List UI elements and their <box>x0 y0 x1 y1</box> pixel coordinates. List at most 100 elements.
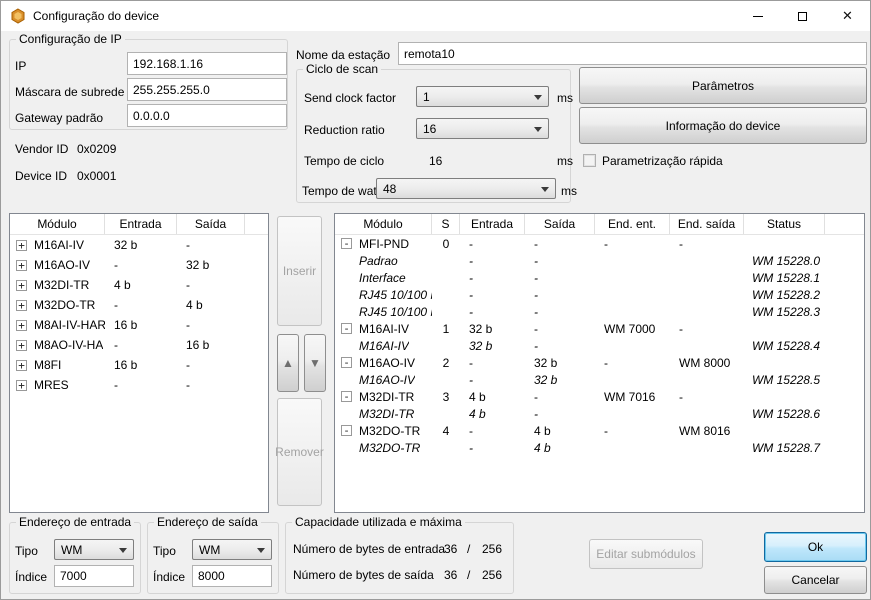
column-header[interactable]: Módulo <box>335 214 432 234</box>
indice-out-input[interactable] <box>192 565 272 587</box>
bytes-in-used: 36 <box>444 542 457 556</box>
ip-input[interactable] <box>127 52 287 75</box>
expand-icon[interactable]: + <box>16 240 27 251</box>
collapse-icon[interactable]: - <box>341 238 352 249</box>
expand-icon[interactable]: + <box>16 280 27 291</box>
entrada-cell: 4 b <box>105 278 177 292</box>
entrada-cell: 16 b <box>105 358 177 372</box>
table-row[interactable]: M32DI-TR 4 b - WM 15228.6 <box>335 405 864 422</box>
bytes-in-sep: / <box>467 542 470 556</box>
table-row[interactable]: RJ45 10/100 M - - WM 15228.2 <box>335 286 864 303</box>
close-button[interactable]: ✕ <box>825 1 870 31</box>
table-row[interactable]: - M32DI-TR 3 4 b - WM 7016 - <box>335 388 864 405</box>
indice-in-input[interactable] <box>54 565 134 587</box>
table-row[interactable]: + M8AO-IV-HA - 16 b <box>10 335 268 355</box>
table-row[interactable]: + M8AI-IV-HAR 16 b - <box>10 315 268 335</box>
saida-cell: - <box>525 407 595 421</box>
expand-icon[interactable]: + <box>16 320 27 331</box>
send-clock-combo[interactable]: 1 <box>416 86 549 107</box>
table-row[interactable]: - M16AI-IV 1 32 b - WM 7000 - <box>335 320 864 337</box>
table-row[interactable]: M16AI-IV 32 b - WM 15228.4 <box>335 337 864 354</box>
configured-modules-rows: - MFI-PND 0 - - - - Padrao <box>335 235 864 512</box>
entrada-cell: - <box>460 288 525 302</box>
dropdown-arrow-icon <box>534 127 542 132</box>
minimize-button[interactable] <box>735 1 780 31</box>
remover-button[interactable]: Remover <box>277 398 322 506</box>
maximize-button[interactable] <box>780 1 825 31</box>
table-row[interactable]: + M8FI 16 b - <box>10 355 268 375</box>
status-cell: WM 15228.2 <box>744 288 825 302</box>
edit-submodules-button[interactable]: Editar submódulos <box>589 539 703 569</box>
tipo-in-label: Tipo <box>15 544 38 558</box>
saida-cell: - <box>525 339 595 353</box>
table-row[interactable]: M16AO-IV - 32 b WM 15228.5 <box>335 371 864 388</box>
tipo-in-combo[interactable]: WM <box>54 539 134 560</box>
collapse-icon[interactable]: - <box>341 425 352 436</box>
saida-cell: - <box>525 305 595 319</box>
table-row[interactable]: - MFI-PND 0 - - - - <box>335 235 864 252</box>
move-down-button[interactable]: ▼ <box>304 334 326 392</box>
end-ent-cell: WM 7016 <box>595 390 670 404</box>
entrada-cell: - <box>460 441 525 455</box>
column-header[interactable]: Status <box>744 214 825 234</box>
collapse-icon[interactable]: - <box>341 391 352 402</box>
ip-label: IP <box>15 59 26 73</box>
table-row[interactable]: M32DO-TR - 4 b WM 15228.7 <box>335 439 864 456</box>
reduction-ratio-combo[interactable]: 16 <box>416 118 549 139</box>
table-row[interactable]: RJ45 10/100 M - - WM 15228.3 <box>335 303 864 320</box>
saida-cell: 4 b <box>525 424 595 438</box>
cancelar-button[interactable]: Cancelar <box>764 566 867 594</box>
column-header[interactable]: Módulo <box>10 214 105 234</box>
column-header[interactable]: End. saída <box>670 214 744 234</box>
bytes-out-max: 256 <box>482 568 502 582</box>
quick-param-checkbox[interactable] <box>583 154 596 167</box>
watchdog-combo[interactable]: 48 <box>376 178 556 199</box>
column-header[interactable]: End. ent. <box>595 214 670 234</box>
entrada-cell: 32 b <box>460 322 525 336</box>
table-row[interactable]: + M32DI-TR 4 b - <box>10 275 268 295</box>
device-config-dialog: Configuração do device ✕ Configuração de… <box>0 0 871 600</box>
bytes-in-label: Número de bytes de entrada <box>293 542 445 556</box>
status-cell: WM 15228.4 <box>744 339 825 353</box>
slot-cell: 0 <box>432 237 460 251</box>
parametros-button[interactable]: Parâmetros <box>579 67 867 104</box>
module-name: Interface <box>359 271 406 285</box>
device-info-button[interactable]: Informação do device <box>579 107 867 144</box>
table-row[interactable]: + M16AI-IV 32 b - <box>10 235 268 255</box>
status-cell: WM 15228.1 <box>744 271 825 285</box>
module-name: M32DI-TR <box>34 278 89 292</box>
inserir-button[interactable]: Inserir <box>277 216 322 326</box>
expand-icon[interactable]: + <box>16 380 27 391</box>
tipo-out-combo[interactable]: WM <box>192 539 272 560</box>
table-row[interactable]: + M16AO-IV - 32 b <box>10 255 268 275</box>
expand-icon[interactable]: + <box>16 340 27 351</box>
module-name: Padrao <box>359 254 398 268</box>
table-row[interactable]: + M32DO-TR - 4 b <box>10 295 268 315</box>
table-row[interactable]: - M32DO-TR 4 - 4 b - WM 8016 <box>335 422 864 439</box>
column-header[interactable]: S <box>432 214 460 234</box>
collapse-icon[interactable]: - <box>341 323 352 334</box>
module-name: M32DI-TR <box>359 390 414 404</box>
table-row[interactable]: + MRES - - <box>10 375 268 395</box>
column-header[interactable]: Entrada <box>460 214 525 234</box>
column-header[interactable]: Saída <box>177 214 245 234</box>
table-row[interactable]: Interface - - WM 15228.1 <box>335 269 864 286</box>
table-row[interactable]: - M16AO-IV 2 - 32 b - WM 8000 <box>335 354 864 371</box>
ok-button[interactable]: Ok <box>764 532 867 562</box>
gateway-input[interactable] <box>127 104 287 127</box>
column-header[interactable]: Saída <box>525 214 595 234</box>
collapse-icon[interactable]: - <box>341 357 352 368</box>
column-header[interactable]: Entrada <box>105 214 177 234</box>
table-row[interactable]: Padrao - - WM 15228.0 <box>335 252 864 269</box>
move-up-button[interactable]: ▲ <box>277 334 299 392</box>
expand-icon[interactable]: + <box>16 260 27 271</box>
end-saida-cell: WM 8016 <box>670 424 744 438</box>
subnet-input[interactable] <box>127 78 287 101</box>
subnet-label: Máscara de subrede <box>15 85 124 99</box>
entrada-cell: - <box>460 305 525 319</box>
expand-icon[interactable]: + <box>16 360 27 371</box>
expand-icon[interactable]: + <box>16 300 27 311</box>
output-address-title: Endereço de saída <box>154 515 261 529</box>
station-name-input[interactable] <box>398 42 867 65</box>
end-saida-cell: - <box>670 237 744 251</box>
